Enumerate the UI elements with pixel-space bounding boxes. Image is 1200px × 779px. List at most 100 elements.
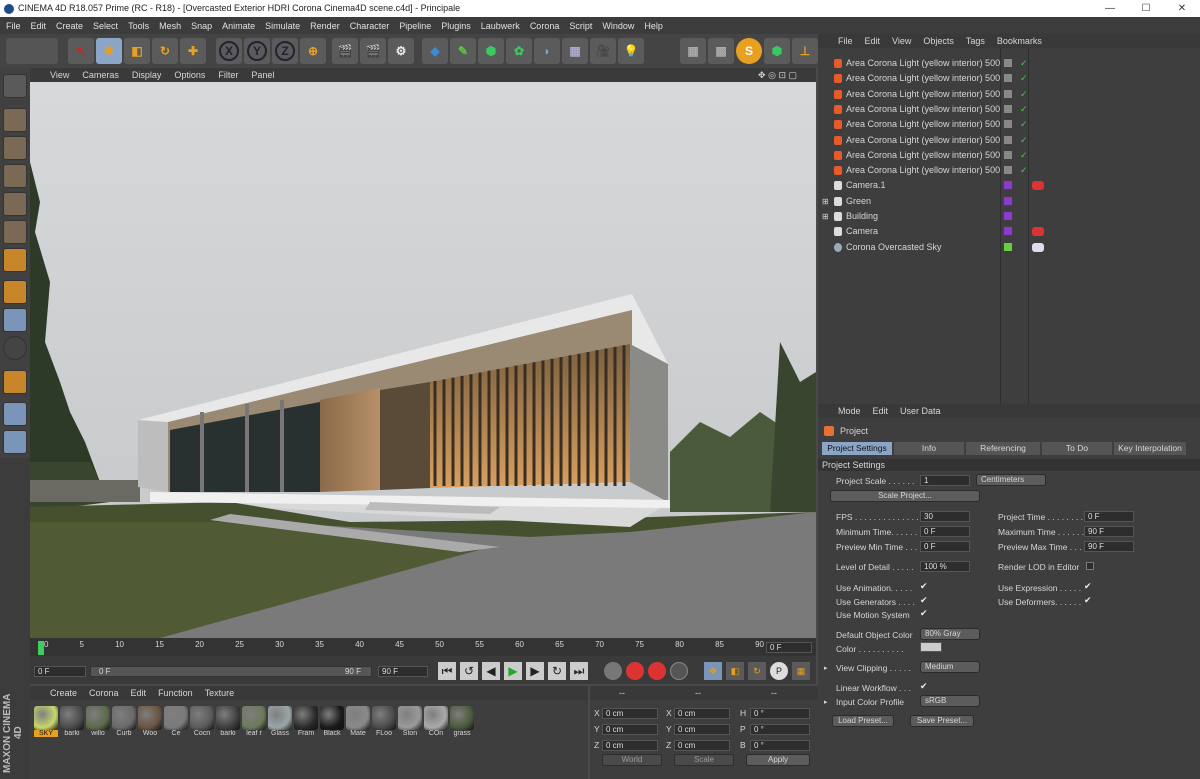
attribute-menu-edit[interactable]: Edit xyxy=(873,406,889,416)
use-deformers-checkbox[interactable]: ✔ xyxy=(1084,595,1092,606)
axis-y-button[interactable]: Y xyxy=(244,38,270,64)
linear-workflow-checkbox[interactable]: ✔ xyxy=(920,681,928,692)
tab-info[interactable]: Info xyxy=(894,442,964,455)
menu-corona[interactable]: Corona xyxy=(530,21,560,31)
object-row[interactable]: Area Corona Light (yellow interior) 500 ✓ xyxy=(818,102,1200,117)
tab-key-interpolation[interactable]: Key Interpolation xyxy=(1114,442,1186,455)
move-icon[interactable]: ✥ xyxy=(96,38,122,64)
object-row[interactable]: Camera.1 xyxy=(818,178,1200,193)
render-lod-checkbox[interactable] xyxy=(1086,562,1094,570)
menu-pipeline[interactable]: Pipeline xyxy=(399,21,431,31)
object-row[interactable]: Camera xyxy=(818,224,1200,239)
current-frame-field[interactable]: 0 F xyxy=(766,642,812,653)
object-row[interactable]: Area Corona Light (yellow interior) 500 ✓ xyxy=(818,148,1200,163)
menu-file[interactable]: File xyxy=(6,21,21,31)
frame-range-slider[interactable]: 0 F 90 F xyxy=(90,666,372,677)
menu-help[interactable]: Help xyxy=(644,21,663,31)
coord-rot-p[interactable]: 0 ° xyxy=(750,724,810,735)
generator-icon[interactable]: ⬢ xyxy=(478,38,504,64)
fps-field[interactable]: 30 xyxy=(920,511,970,522)
enabled-check-icon[interactable]: ✓ xyxy=(1020,117,1028,132)
min-time-field[interactable]: 0 F xyxy=(920,526,970,537)
material-swatch[interactable] xyxy=(320,706,344,730)
menu-simulate[interactable]: Simulate xyxy=(265,21,300,31)
layer-color-icon[interactable] xyxy=(1004,212,1012,220)
coord-pos-y[interactable]: 0 cm xyxy=(602,724,658,735)
menu-window[interactable]: Window xyxy=(602,21,634,31)
menu-render[interactable]: Render xyxy=(310,21,340,31)
material-swatch[interactable] xyxy=(242,706,266,730)
coord-mode-select[interactable]: World xyxy=(602,754,662,766)
play-icon[interactable]: ▶ xyxy=(504,662,522,680)
axis-z-button[interactable]: Z xyxy=(272,38,298,64)
apply-button[interactable]: Apply xyxy=(746,754,810,766)
menu-script[interactable]: Script xyxy=(569,21,592,31)
go-to-start-icon[interactable]: ⏮ xyxy=(438,662,456,680)
material-menu-edit[interactable]: Edit xyxy=(131,688,147,698)
scale-project-button[interactable]: Scale Project... xyxy=(830,490,980,502)
use-animation-checkbox[interactable]: ✔ xyxy=(920,581,928,592)
material-swatch[interactable] xyxy=(60,706,84,730)
material-swatch[interactable] xyxy=(216,706,240,730)
viewport-menu-options[interactable]: Options xyxy=(174,70,205,80)
model-mode-icon[interactable] xyxy=(3,108,27,132)
tag-icon[interactable] xyxy=(1032,242,1044,252)
select-cursor-icon[interactable]: ↖ xyxy=(68,38,94,64)
key-rotation-icon[interactable]: ↻ xyxy=(748,662,766,680)
layer-color-icon[interactable] xyxy=(1004,181,1012,190)
end-frame-field[interactable]: 90 F xyxy=(378,666,428,677)
enabled-check-icon[interactable]: ✓ xyxy=(1020,148,1028,163)
texture-mode-icon[interactable] xyxy=(3,136,27,160)
object-menu-objects[interactable]: Objects xyxy=(923,36,954,46)
layer-color-icon[interactable] xyxy=(1004,196,1012,205)
tag-icon[interactable] xyxy=(1032,181,1044,191)
next-key-icon[interactable]: ↻ xyxy=(548,662,566,680)
coord-pos-z[interactable]: 0 cm xyxy=(602,740,658,751)
rotate-icon[interactable]: ↻ xyxy=(152,38,178,64)
solo-icon[interactable] xyxy=(3,336,27,360)
viewport-menu-filter[interactable]: Filter xyxy=(218,70,238,80)
layer-color-icon[interactable] xyxy=(1004,150,1012,159)
menu-animate[interactable]: Animate xyxy=(222,21,255,31)
use-motion-checkbox[interactable]: ✔ xyxy=(920,608,928,619)
tag-icon[interactable] xyxy=(1032,227,1044,237)
scale-unit-select[interactable]: Centimeters xyxy=(976,474,1046,486)
object-row[interactable]: ⊞ Building xyxy=(818,209,1200,224)
object-menu-tags[interactable]: Tags xyxy=(966,36,985,46)
enabled-check-icon[interactable]: ✓ xyxy=(1020,133,1028,148)
viewport-render[interactable] xyxy=(30,82,816,638)
material-swatch[interactable] xyxy=(86,706,110,730)
menu-mesh[interactable]: Mesh xyxy=(159,21,181,31)
material-swatch[interactable] xyxy=(424,706,448,730)
record-disabled-icon[interactable] xyxy=(604,662,622,680)
tab-project-settings[interactable]: Project Settings xyxy=(822,442,892,455)
object-row[interactable]: Area Corona Light (yellow interior) 500 ✓ xyxy=(818,163,1200,178)
object-menu-bookmarks[interactable]: Bookmarks xyxy=(997,36,1042,46)
material-menu-create[interactable]: Create xyxy=(50,688,77,698)
tab-referencing[interactable]: Referencing xyxy=(966,442,1040,455)
object-menu-file[interactable]: File xyxy=(838,36,853,46)
use-expression-checkbox[interactable]: ✔ xyxy=(1084,581,1092,592)
key-parameter-icon[interactable]: P xyxy=(770,662,788,680)
layer-icon[interactable]: ⬢ xyxy=(764,38,790,64)
autokey-icon[interactable] xyxy=(648,662,666,680)
enabled-check-icon[interactable]: ✓ xyxy=(1020,56,1028,71)
object-row[interactable]: Area Corona Light (yellow interior) 500 ✓ xyxy=(818,71,1200,86)
material-swatch[interactable] xyxy=(268,706,292,730)
material-menu-function[interactable]: Function xyxy=(158,688,193,698)
layer-color-icon[interactable] xyxy=(1004,242,1012,251)
coord-rot-h[interactable]: 0 ° xyxy=(750,708,810,719)
object-menu-view[interactable]: View xyxy=(892,36,911,46)
object-row[interactable]: Area Corona Light (yellow interior) 500 ✓ xyxy=(818,117,1200,132)
attribute-menu-user-data[interactable]: User Data xyxy=(900,406,941,416)
grid-snap-icon[interactable]: ▦ xyxy=(680,38,706,64)
minimize-button[interactable]: — xyxy=(1092,0,1128,17)
coord-rot-b[interactable]: 0 ° xyxy=(750,740,810,751)
magnet-icon[interactable] xyxy=(3,370,27,394)
previous-frame-icon[interactable]: ◀ xyxy=(482,662,500,680)
object-menu-edit[interactable]: Edit xyxy=(865,36,881,46)
use-generators-checkbox[interactable]: ✔ xyxy=(920,595,928,606)
floor-icon[interactable]: ▦ xyxy=(562,38,588,64)
grid-lock-icon[interactable] xyxy=(3,430,27,454)
coord-size-z[interactable]: 0 cm xyxy=(674,740,730,751)
